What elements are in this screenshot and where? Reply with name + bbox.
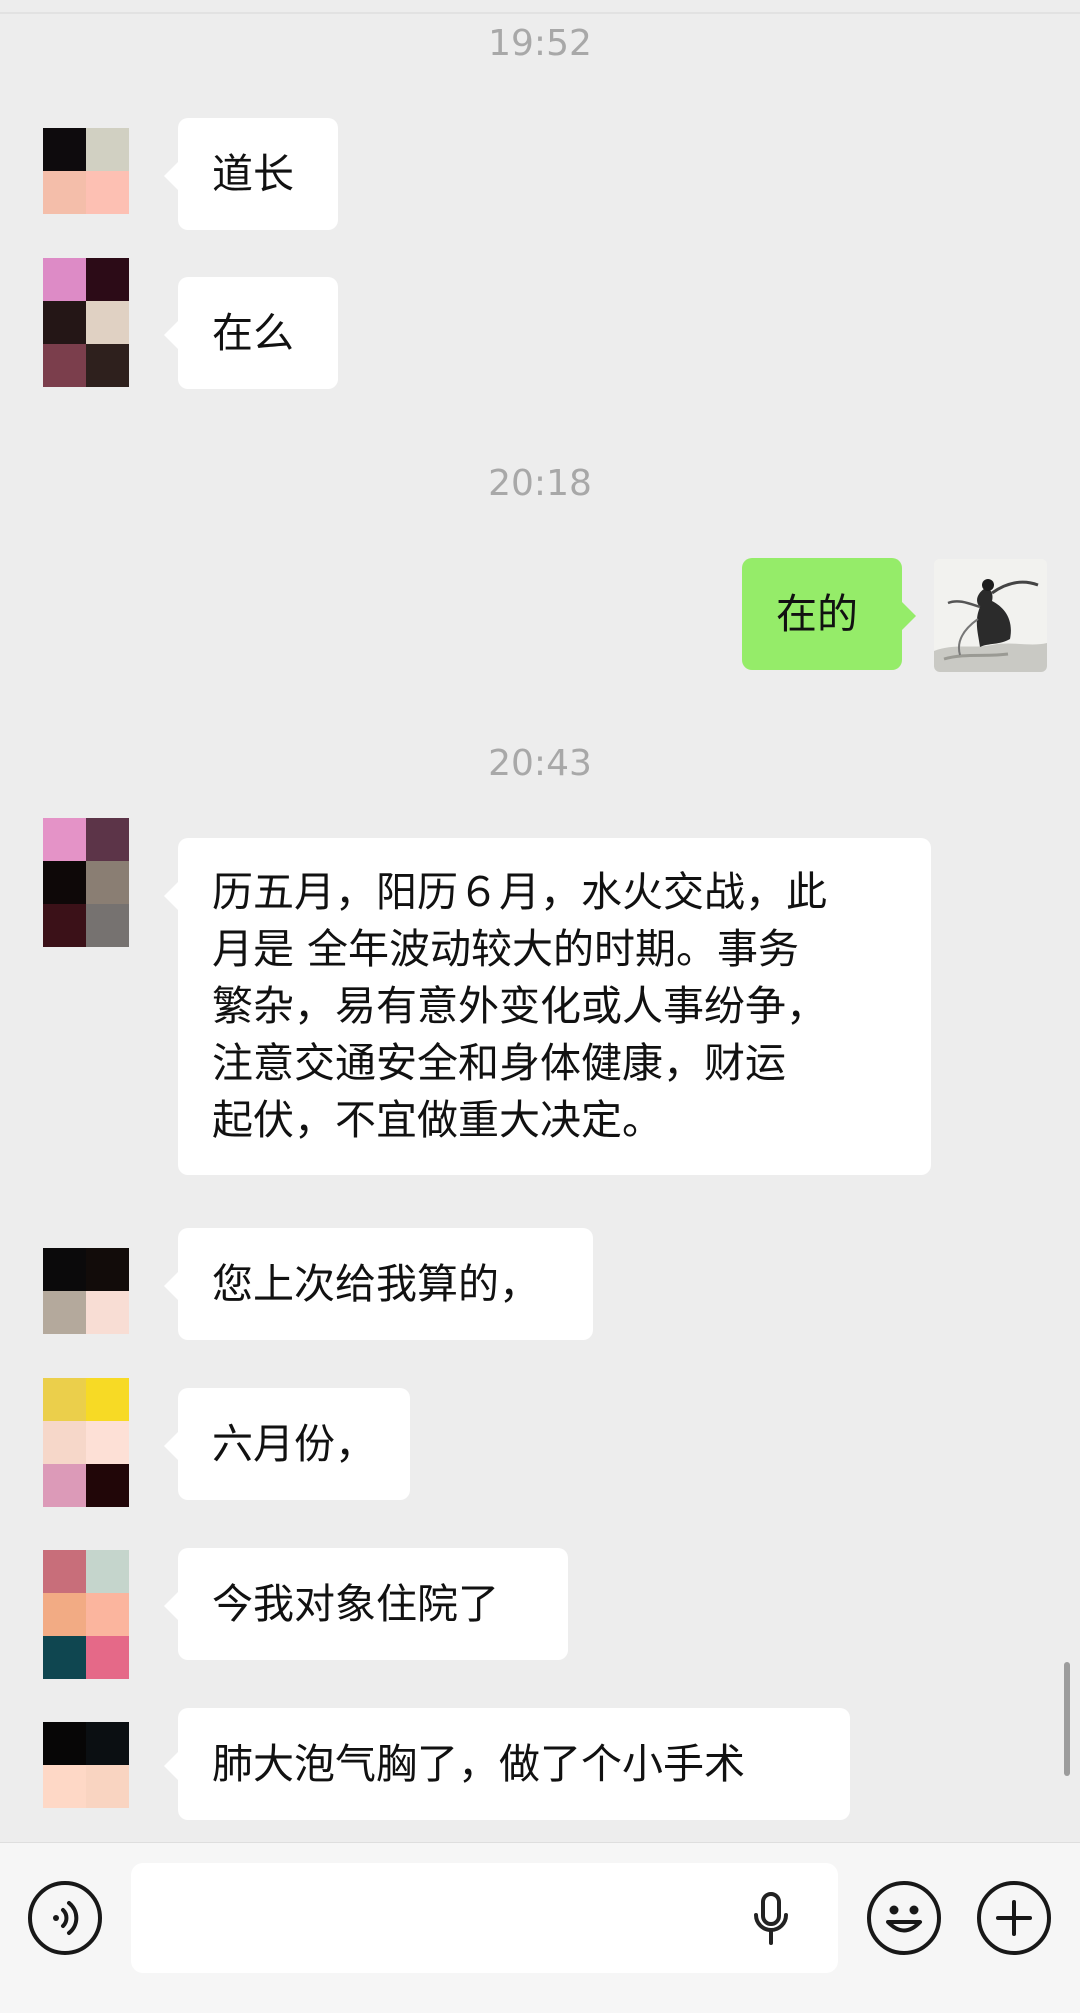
message-line: 月是 全年波动较大的时期。事务 <box>212 925 800 973</box>
message-text: 六月份， <box>212 1419 376 1468</box>
message-text: 肺大泡气胸了，做了个小手术 <box>212 1739 745 1788</box>
message-text: 道长 <box>212 149 294 198</box>
message-line: 注意交通安全和身体健康，财运 <box>212 1039 786 1087</box>
my-avatar[interactable] <box>934 559 1047 672</box>
message-bubble[interactable]: 道长 <box>164 118 338 230</box>
voice-mode-button[interactable] <box>28 1881 102 1955</box>
avatar[interactable] <box>43 128 129 214</box>
message-bubble[interactable]: 历五月，阳历６月，水火交战，此 月是 全年波动较大的时期。事务 繁杂，易有意外变… <box>164 838 931 1175</box>
message-line: 历五月，阳历６月，水火交战，此 <box>212 868 827 916</box>
chat-input-bar <box>0 1842 1080 2013</box>
message-bubble[interactable]: 六月份， <box>164 1388 410 1500</box>
timestamp: 19:52 <box>488 23 592 64</box>
emoji-icon <box>886 1905 922 1933</box>
avatar[interactable] <box>43 1378 129 1507</box>
avatar[interactable] <box>43 1248 129 1334</box>
message-text: 在的 <box>776 589 858 638</box>
message-text: 在么 <box>212 308 294 357</box>
message-text: 您上次给我算的， <box>212 1259 540 1308</box>
timestamp: 20:18 <box>488 463 592 504</box>
message-bubble[interactable]: 今我对象住院了 <box>164 1548 568 1660</box>
message-line: 起伏，不宜做重大决定。 <box>212 1096 663 1144</box>
message-bubble[interactable]: 您上次给我算的， <box>164 1228 593 1340</box>
message-bubble[interactable]: 肺大泡气胸了，做了个小手术 <box>164 1708 850 1820</box>
message-input[interactable] <box>131 1863 838 1973</box>
message-bubble-self[interactable]: 在的 <box>742 558 916 670</box>
scrollbar[interactable] <box>1064 1662 1070 1776</box>
message-text: 今我对象住院了 <box>212 1579 499 1628</box>
emoji-button[interactable] <box>867 1881 941 1955</box>
avatar[interactable] <box>43 258 129 387</box>
message-line: 繁杂，易有意外变化或人事纷争， <box>212 982 827 1030</box>
ink-figure-avatar-image <box>934 559 1047 672</box>
microphone-icon[interactable] <box>751 1891 791 1947</box>
voice-mode-icon <box>53 1901 79 1935</box>
avatar[interactable] <box>43 1550 129 1679</box>
avatar[interactable] <box>43 818 129 947</box>
avatar[interactable] <box>43 1722 129 1808</box>
top-divider <box>0 12 1080 14</box>
timestamp: 20:43 <box>488 743 592 784</box>
message-bubble[interactable]: 在么 <box>164 277 338 389</box>
more-button[interactable] <box>977 1881 1051 1955</box>
plus-icon <box>996 1900 1032 1936</box>
